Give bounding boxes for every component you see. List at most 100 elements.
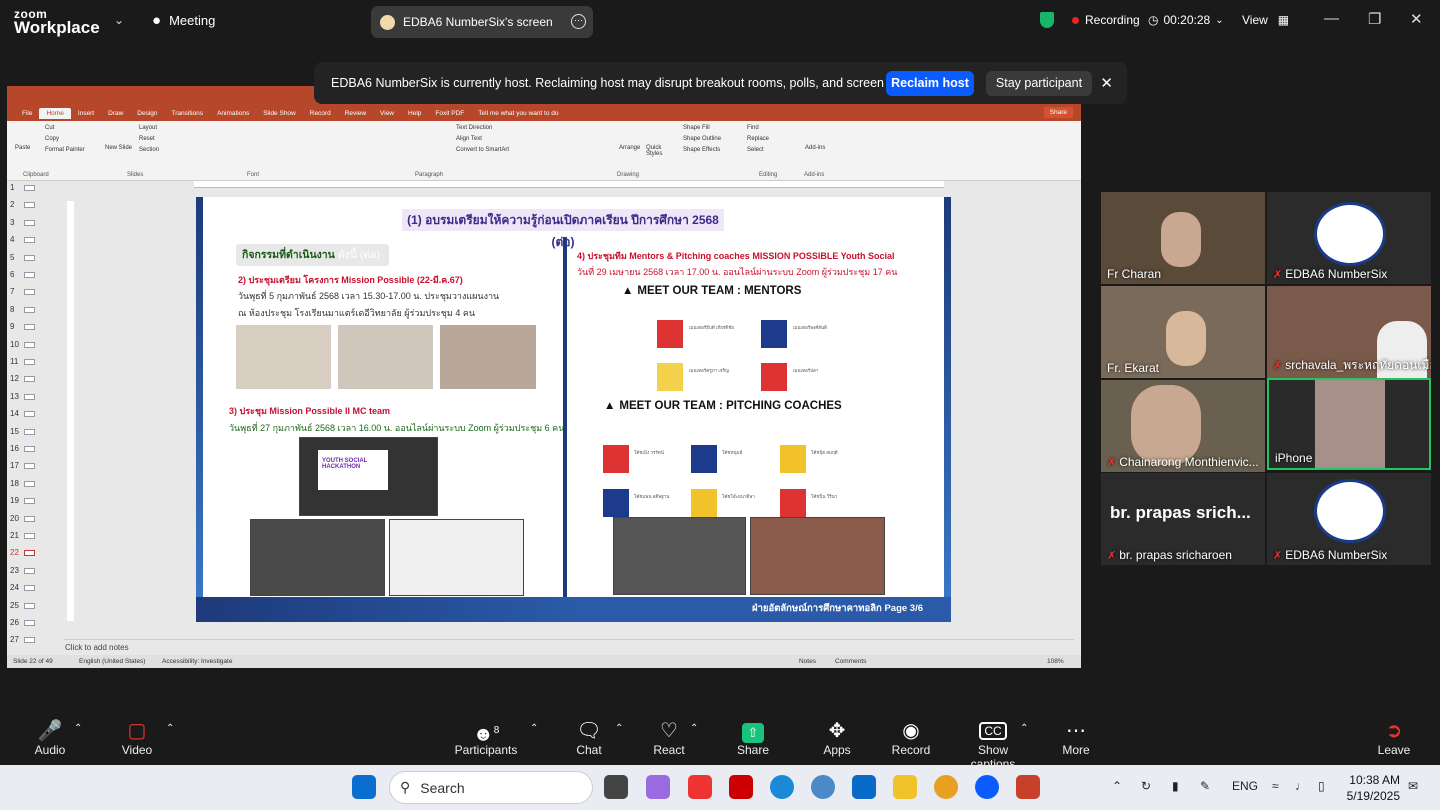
slide-number[interactable]: 25	[10, 601, 19, 610]
taskbar-clock[interactable]: 10:38 AM 5/19/2025	[1346, 772, 1400, 804]
slide-thumbnail[interactable]	[24, 393, 35, 400]
ppt-share-button[interactable]: Share	[1043, 107, 1073, 118]
shape-effects-button[interactable]: Shape Effects	[683, 147, 720, 153]
record-button[interactable]: ◉ Record	[890, 719, 932, 757]
tab-record[interactable]: Record	[303, 108, 338, 119]
zoom-level[interactable]: 108%	[1047, 658, 1064, 665]
language-status[interactable]: English (United States)	[79, 658, 145, 665]
outlook-icon[interactable]	[852, 775, 876, 799]
react-caret-icon[interactable]: ⌃	[690, 723, 698, 734]
slide-thumbnail[interactable]	[24, 585, 35, 592]
tab-review[interactable]: Review	[338, 108, 373, 119]
anydesk-icon[interactable]	[688, 775, 712, 799]
tab-animations[interactable]: Animations	[210, 108, 256, 119]
meeting-timer[interactable]: ◷ 00:20:28 ⌄	[1148, 13, 1224, 27]
video-options-caret-icon[interactable]: ⌃	[166, 723, 174, 734]
slide-number[interactable]: 15	[10, 427, 19, 436]
chat-button[interactable]: 🗨 Chat	[570, 719, 608, 757]
slide-thumbnail[interactable]	[24, 376, 35, 383]
copilot-icon[interactable]	[646, 775, 670, 799]
shape-outline-button[interactable]: Shape Outline	[683, 136, 721, 142]
slide-thumbnail[interactable]	[24, 446, 35, 452]
slide-thumbnail[interactable]	[24, 567, 35, 574]
notes-pane[interactable]: Click to add notes	[64, 639, 1074, 655]
audio-options-caret-icon[interactable]: ⌃	[74, 723, 82, 734]
task-view-icon[interactable]	[604, 775, 628, 799]
participants-button[interactable]: ☻8 Participants	[452, 719, 520, 757]
slide-number[interactable]: 3	[10, 218, 14, 227]
arrange-button[interactable]: Arrange	[619, 145, 640, 151]
tab-draw[interactable]: Draw	[101, 108, 130, 119]
video-tile[interactable]: Fr Charan	[1101, 192, 1265, 284]
video-tile[interactable]: ✗ srchavala_พระหฤทัยดอนเมือง	[1267, 286, 1431, 378]
slide-number[interactable]: 2	[10, 200, 14, 209]
tab-insert[interactable]: Insert	[71, 108, 101, 119]
wifi-icon[interactable]: ≈	[1272, 779, 1279, 793]
close-icon[interactable]: ✕	[1410, 10, 1423, 28]
apps-button[interactable]: ✥ Apps	[818, 719, 856, 757]
slide-number[interactable]: 12	[10, 374, 19, 383]
slide-thumbnail[interactable]	[24, 219, 35, 226]
text-direction-button[interactable]: Text Direction	[456, 125, 492, 131]
edge-icon[interactable]	[770, 775, 794, 799]
leave-button[interactable]: ➲ Leave	[1376, 719, 1412, 757]
select-button[interactable]: Select	[747, 147, 764, 153]
usb-icon[interactable]: ▮	[1172, 779, 1179, 793]
slide-thumbnail[interactable]	[24, 637, 35, 644]
tab-view[interactable]: View	[373, 108, 401, 119]
tab-design[interactable]: Design	[130, 108, 164, 119]
slide-number[interactable]: 23	[10, 566, 19, 575]
react-button[interactable]: ♡ React	[650, 719, 688, 757]
replace-button[interactable]: Replace	[747, 136, 769, 142]
slide-thumbnail[interactable]	[24, 498, 35, 505]
slide-number[interactable]: 4	[10, 235, 14, 244]
slide-number[interactable]: 16	[10, 444, 19, 453]
slide-thumbnail[interactable]	[24, 272, 35, 278]
slide-number[interactable]: 5	[10, 253, 14, 262]
windows-start-icon[interactable]	[352, 775, 376, 799]
slide-number[interactable]: 22	[10, 548, 19, 557]
slide-thumbnail[interactable]	[24, 237, 35, 244]
battery-icon[interactable]: ▯	[1318, 779, 1325, 793]
shield-icon[interactable]	[1040, 12, 1054, 28]
slide-thumbnail[interactable]	[24, 602, 35, 609]
copy-button[interactable]: Copy	[45, 136, 59, 142]
current-slide[interactable]: (1) อบรมเตรียมให้ความรู้ก่อนเปิดภาคเรียน…	[196, 197, 951, 622]
restore-icon[interactable]: ❐	[1368, 10, 1381, 28]
chat-caret-icon[interactable]: ⌃	[615, 723, 623, 734]
slide-number[interactable]: 26	[10, 618, 19, 627]
video-button[interactable]: ▢ Video	[116, 719, 158, 757]
slide-thumbnail[interactable]	[24, 620, 35, 626]
file-explorer-icon[interactable]	[893, 775, 917, 799]
slide-thumbnail[interactable]	[24, 306, 35, 313]
slide-thumbnail[interactable]	[24, 533, 35, 539]
quick-styles-button[interactable]: Quick Styles	[646, 145, 670, 157]
find-button[interactable]: Find	[747, 125, 759, 131]
pen-icon[interactable]: ✎	[1200, 779, 1210, 793]
chevron-down-icon[interactable]: ⌄	[114, 13, 124, 27]
active-speaker-tile[interactable]: iPhone	[1267, 378, 1431, 470]
acrobat-icon[interactable]	[729, 775, 753, 799]
video-tile[interactable]: ✗ EDBA6 NumberSix	[1267, 192, 1431, 284]
taskbar-search[interactable]: ⚲ Search	[389, 771, 593, 804]
slide-number[interactable]: 10	[10, 340, 19, 349]
tab-foxit-pdf[interactable]: Foxit PDF	[428, 108, 471, 119]
captions-caret-icon[interactable]: ⌃	[1020, 723, 1028, 734]
add-ins-button[interactable]: Add-ins	[805, 145, 825, 151]
format-painter-button[interactable]: Format Painter	[45, 147, 85, 153]
align-text-button[interactable]: Align Text	[456, 136, 482, 142]
language-indicator[interactable]: ENG	[1232, 779, 1258, 793]
notification-bell-icon[interactable]: ✉	[1408, 779, 1418, 793]
reset-button[interactable]: Reset	[139, 136, 155, 142]
more-button[interactable]: ⋯ More	[1058, 719, 1094, 757]
network-app-icon[interactable]	[811, 775, 835, 799]
convert-smartart-button[interactable]: Convert to SmartArt	[456, 147, 509, 153]
slide-number[interactable]: 18	[10, 479, 19, 488]
slide-thumbnail[interactable]	[24, 185, 35, 191]
zoom-app-icon[interactable]	[975, 775, 999, 799]
slide-thumbnail[interactable]	[24, 341, 35, 348]
video-tile[interactable]: Fr. Ekarat	[1101, 286, 1265, 378]
participants-caret-icon[interactable]: ⌃	[530, 723, 538, 734]
chrome-icon[interactable]	[934, 775, 958, 799]
volume-icon[interactable]: ♩	[1295, 779, 1307, 793]
